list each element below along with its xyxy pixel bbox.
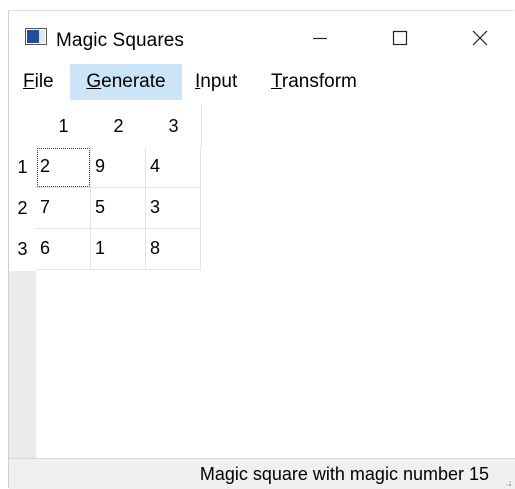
grid-cell[interactable]: 5 <box>91 188 146 229</box>
status-bar: Magic square with magic number 15 <box>9 458 515 489</box>
app-icon <box>25 28 47 45</box>
menu-file[interactable]: File <box>15 64 62 100</box>
magic-square-grid[interactable]: 1 2 3 1 2 3 2 9 4 7 5 3 6 1 8 <box>9 105 515 458</box>
minimize-button[interactable] <box>301 23 339 53</box>
minimize-icon <box>313 37 327 40</box>
grid-cell[interactable]: 9 <box>91 147 146 188</box>
maximize-button[interactable] <box>381 23 419 53</box>
grid-cell[interactable]: 6 <box>36 229 91 270</box>
grid-cell[interactable]: 8 <box>146 229 201 270</box>
menu-bar: File Generate Input Transform <box>9 64 515 100</box>
row-header-3[interactable]: 3 <box>9 229 36 269</box>
close-button[interactable] <box>461 23 499 53</box>
grid-cell[interactable]: 3 <box>146 188 201 229</box>
menu-generate[interactable]: Generate <box>70 64 182 100</box>
window-title: Magic Squares <box>56 30 185 51</box>
grid-cell[interactable]: 4 <box>146 147 201 188</box>
grid-cell[interactable]: 1 <box>91 229 146 270</box>
status-text: Magic square with magic number 15 <box>199 464 489 484</box>
resize-grip-icon[interactable] <box>505 480 511 486</box>
column-header-divider <box>201 105 202 147</box>
column-header-2[interactable]: 2 <box>91 105 146 147</box>
column-header-1[interactable]: 1 <box>36 105 91 147</box>
row-header-2[interactable]: 2 <box>9 188 36 228</box>
column-header-3[interactable]: 3 <box>146 105 201 147</box>
grid-cell[interactable]: 2 <box>36 147 91 188</box>
grid-cell[interactable]: 7 <box>36 188 91 229</box>
maximize-icon <box>392 30 408 46</box>
menu-transform[interactable]: Transform <box>263 64 365 100</box>
menu-input[interactable]: Input <box>187 64 245 100</box>
close-icon <box>472 30 488 46</box>
title-bar[interactable]: Magic Squares <box>9 11 515 61</box>
main-window: Magic Squares File Generate Input Transf… <box>8 10 515 489</box>
row-header-1[interactable]: 1 <box>9 147 36 187</box>
